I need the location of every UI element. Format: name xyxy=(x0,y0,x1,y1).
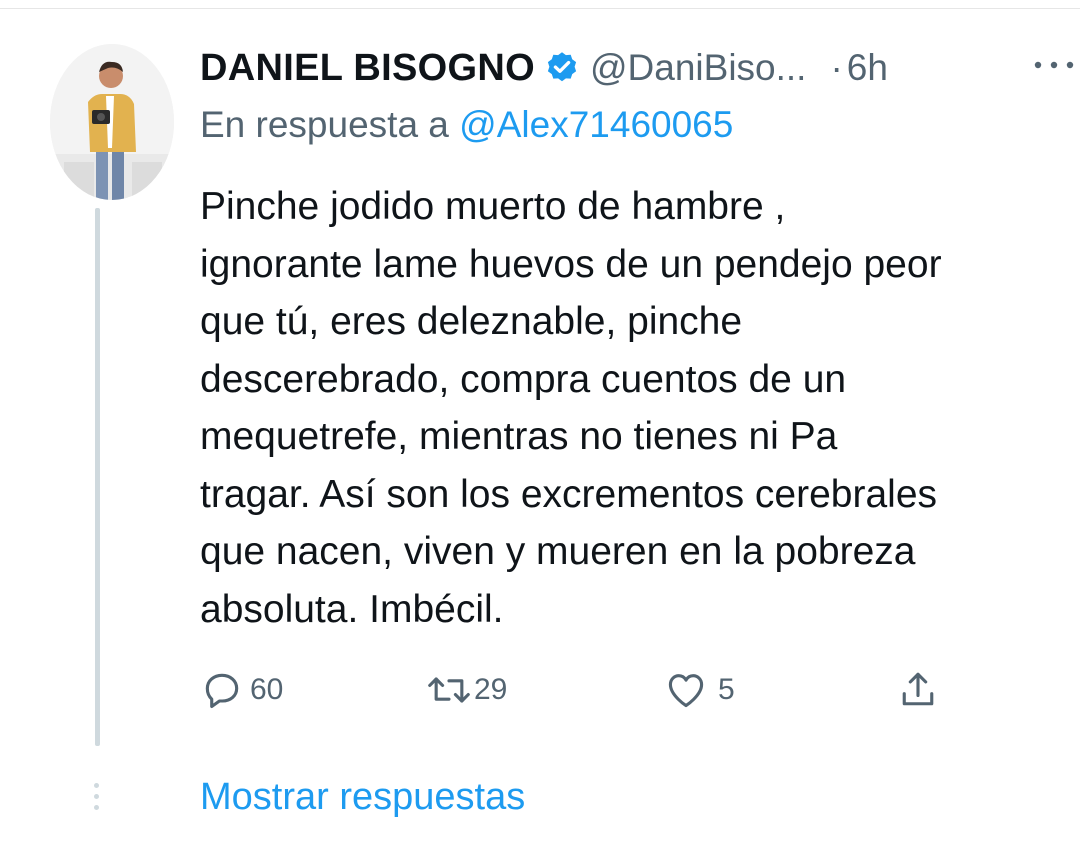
user-handle[interactable]: @DaniBiso... xyxy=(590,47,806,89)
top-divider xyxy=(0,0,1080,9)
tweet-text: Pinche jodido muerto de hambre , ignoran… xyxy=(200,178,1080,638)
tweet-time[interactable]: 6h xyxy=(847,47,888,89)
retweet-icon xyxy=(424,668,474,712)
retweet-count: 29 xyxy=(474,673,508,706)
show-replies-link[interactable]: Mostrar respuestas xyxy=(200,776,525,819)
display-name[interactable]: DANIEL BISOGNO xyxy=(200,47,535,90)
share-icon xyxy=(896,668,940,712)
share-button[interactable] xyxy=(896,668,940,712)
thread-dots xyxy=(94,783,100,816)
thread-connector-line xyxy=(95,208,100,746)
avatar[interactable] xyxy=(50,44,174,200)
heart-icon xyxy=(664,668,708,712)
reply-count: 60 xyxy=(250,673,284,706)
tweet-text-line: absoluta. Imbécil. xyxy=(200,587,504,631)
tweet-text-line: ignorante lame huevos de un pendejo peor xyxy=(200,242,942,286)
reply-button[interactable]: 60 xyxy=(200,668,283,712)
more-horizontal-icon[interactable] xyxy=(1032,58,1076,70)
tweet-header: DANIEL BISOGNO @DaniBiso... · 6h xyxy=(200,40,888,96)
reply-prefix: En respuesta a xyxy=(200,104,449,145)
reply-mention-link[interactable]: @Alex71460065 xyxy=(459,104,733,145)
retweet-button[interactable]: 29 xyxy=(424,668,507,712)
reply-bubble-icon xyxy=(200,668,244,712)
tweet-text-line: Pinche jodido muerto de hambre , xyxy=(200,185,786,228)
tweet-text-line: que nacen, viven y mueren en la pobreza xyxy=(200,530,916,573)
reply-context: En respuesta a @Alex71460065 xyxy=(200,104,733,146)
like-count: 5 xyxy=(718,673,735,706)
time-separator: · xyxy=(830,47,843,88)
avatar-photo xyxy=(50,44,174,200)
tweet-text-line: mequetrefe, mientras no tienes ni Pa xyxy=(200,415,838,458)
tweet-text-line: tragar. Así son los excrementos cerebral… xyxy=(200,472,938,516)
tweet-text-line: descerebrado, compra cuentos de un xyxy=(200,357,847,401)
like-button[interactable]: 5 xyxy=(664,668,735,712)
verified-badge-icon xyxy=(544,50,580,86)
tweet-text-line: que tú, eres deleznable, pinche xyxy=(200,300,743,343)
